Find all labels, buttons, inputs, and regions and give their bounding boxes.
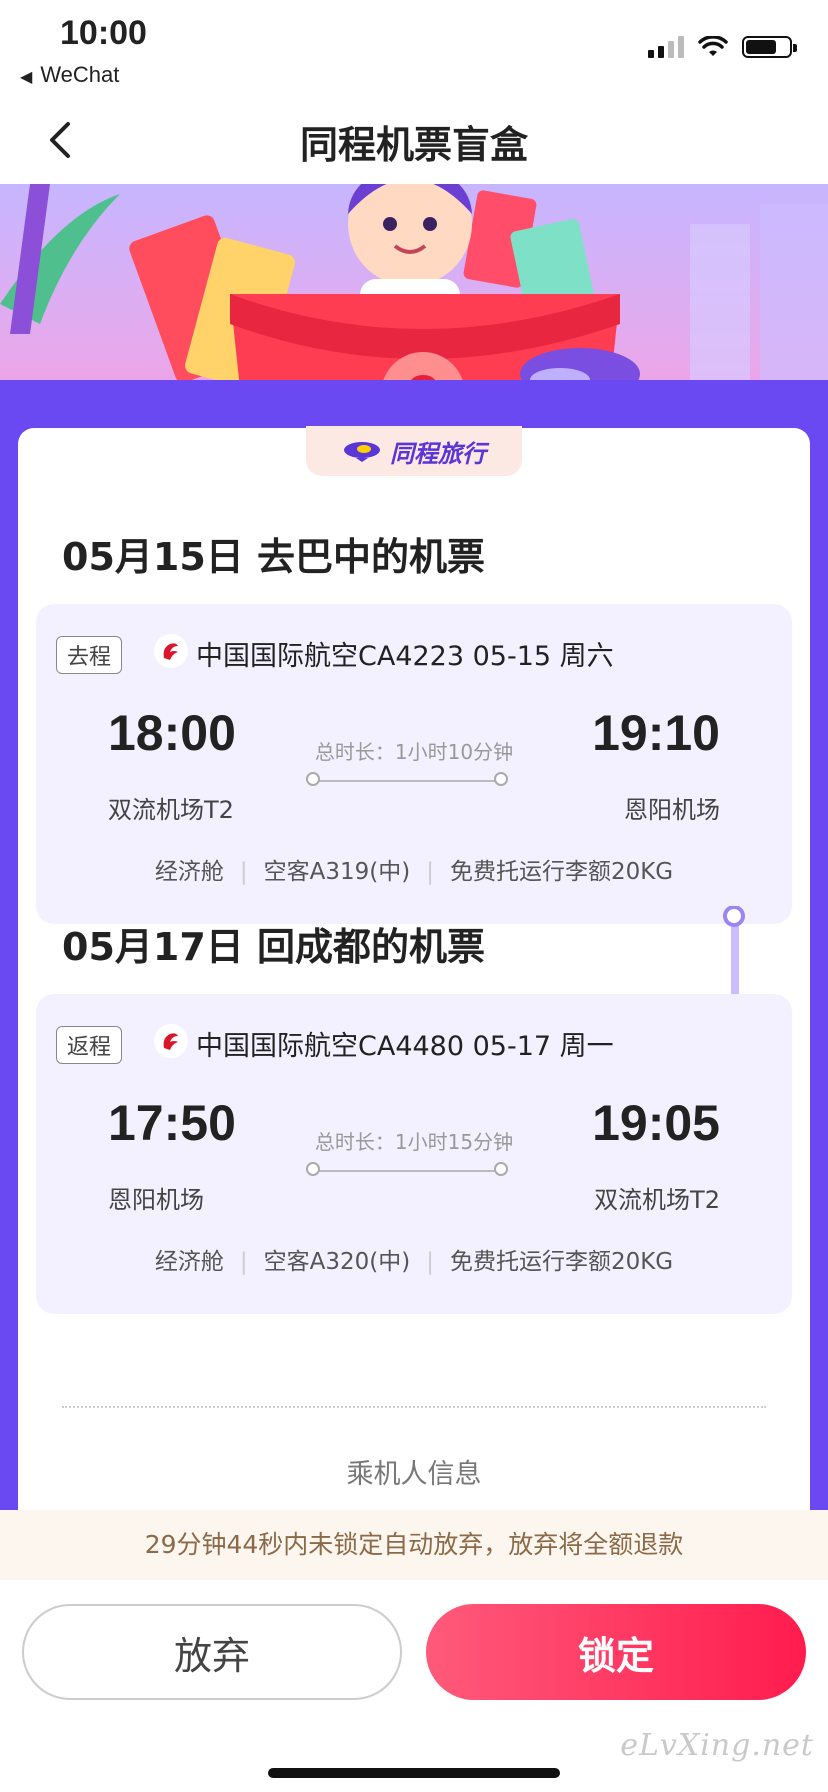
outbound-cabin: 经济舱 [154, 859, 224, 885]
return-flight-box[interactable]: 返程 中国国际航空CA4480 05-17 周一 17:50 恩阳机场 总时长：… [36, 994, 792, 1314]
outbound-dep-airport: 双流机场T2 [108, 796, 234, 824]
outbound-dep-time: 18:00 [108, 705, 236, 761]
page-title: 同程机票盲盒 [299, 123, 528, 167]
passenger-info-heading: 乘机人信息 [346, 1459, 482, 1490]
air-china-logo-icon [154, 634, 188, 668]
countdown-notice: 29分钟44秒内未锁定自动放弃，放弃将全额退款 [0, 1510, 828, 1580]
outbound-route-line [312, 780, 502, 782]
return-cabin: 经济舱 [154, 1249, 224, 1275]
outbound-aircraft: 空客A319(中) [263, 859, 411, 885]
status-time: 10:00 [60, 14, 147, 52]
return-route-end-dot [494, 1162, 508, 1176]
return-dep-time: 17:50 [108, 1095, 236, 1151]
return-details: 经济舱 | 空客A320(中) | 免费托运行李额20KG [154, 1249, 674, 1275]
status-bar: 10:00 ◀ WeChat [0, 0, 828, 96]
return-direction-tag: 返程 [56, 1026, 123, 1064]
outbound-duration: 总时长：1小时10分钟 [314, 740, 514, 764]
tongcheng-logo-icon [344, 442, 380, 462]
footer-actions: 放弃 锁定 eLvXing.net [0, 1580, 828, 1792]
brand-tab: 同程旅行 [306, 426, 522, 476]
return-dep-airport: 恩阳机场 [108, 1186, 204, 1214]
outbound-arr-airport: 恩阳机场 [624, 796, 720, 824]
return-baggage: 免费托运行李额20KG [449, 1249, 674, 1275]
outbound-route-end-dot [494, 772, 508, 786]
air-china-logo-icon [154, 1024, 188, 1058]
dotted-divider [62, 1406, 766, 1408]
outbound-section-title: 05月15日 去巴中的机票 [62, 535, 485, 579]
nav-bar: 同程机票盲盒 [0, 96, 828, 184]
outbound-flight-box[interactable]: 去程 中国国际航空CA4223 05-15 周六 18:00 双流机场T2 总时… [36, 604, 792, 924]
battery-icon [742, 36, 797, 58]
back-triangle-icon: ◀ [20, 69, 33, 86]
lock-button[interactable]: 锁定 [426, 1604, 806, 1700]
cellular-signal-icon [648, 36, 684, 58]
outbound-airline-info: 中国国际航空CA4223 05-15 周六 [196, 641, 614, 672]
return-aircraft: 空客A320(中) [263, 1249, 411, 1275]
return-arr-time: 19:05 [592, 1095, 720, 1151]
outbound-direction-tag: 去程 [56, 636, 123, 674]
return-duration: 总时长：1小时15分钟 [314, 1130, 514, 1154]
return-airline-info: 中国国际航空CA4480 05-17 周一 [196, 1031, 614, 1062]
outbound-details: 经济舱 | 空客A319(中) | 免费托运行李额20KG [154, 859, 674, 885]
outbound-arr-time: 19:10 [592, 705, 720, 761]
outbound-baggage: 免费托运行李额20KG [449, 859, 674, 885]
ticket-card: 同程旅行 05月15日 去巴中的机票 去程 中国国际航空CA4223 05-15… [18, 426, 810, 1528]
brand-name: 同程旅行 [390, 439, 486, 468]
home-indicator[interactable] [268, 1768, 560, 1778]
return-section-title: 05月17日 回成都的机票 [62, 925, 485, 969]
return-arr-airport: 双流机场T2 [594, 1186, 720, 1214]
return-route-start-dot [306, 1162, 320, 1176]
watermark: eLvXing.net [620, 1728, 814, 1763]
back-to-app-link[interactable]: ◀ WeChat [20, 62, 119, 88]
wifi-icon [698, 36, 728, 56]
back-app-label: WeChat [40, 62, 120, 87]
outbound-route-start-dot [306, 772, 320, 786]
status-icons [648, 36, 797, 58]
return-route-line [312, 1170, 502, 1172]
abandon-button[interactable]: 放弃 [22, 1604, 402, 1700]
